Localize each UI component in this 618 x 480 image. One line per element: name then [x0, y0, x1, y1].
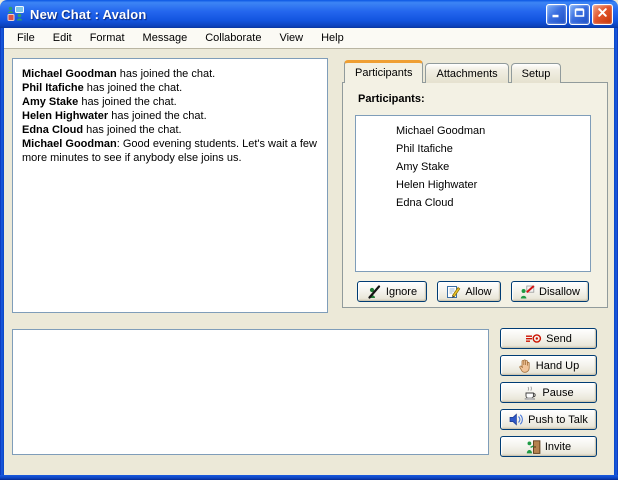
minimize-button[interactable]	[546, 4, 567, 25]
send-button[interactable]: Send	[500, 328, 597, 349]
button-label: Ignore	[386, 286, 417, 298]
pause-button[interactable]: Pause	[500, 382, 597, 403]
participant-list-item[interactable]: Phil Itafiche	[356, 140, 590, 158]
chat-message-sender: Michael Goodman	[22, 138, 117, 150]
tab-setup[interactable]: Setup	[511, 63, 562, 83]
tab-attachments[interactable]: Attachments	[425, 63, 508, 83]
chat-message: Amy Stake has joined the chat.	[22, 95, 318, 109]
participants-tab-panel: Participants: Michael GoodmanPhil Itafic…	[342, 82, 608, 308]
chat-message-sender: Edna Cloud	[22, 124, 83, 136]
window-frame-right	[614, 28, 618, 480]
menu-item-collaborate[interactable]: Collaborate	[196, 30, 270, 46]
window-title: New Chat : Avalon	[30, 7, 147, 22]
window-frame-left	[0, 28, 4, 480]
menu-item-file[interactable]: File	[8, 30, 44, 46]
title-bar[interactable]: New Chat : Avalon	[0, 0, 618, 28]
window-frame-bottom	[0, 475, 618, 480]
push-to-talk-button[interactable]: Push to Talk	[500, 409, 597, 430]
minimize-icon	[550, 6, 563, 22]
side-panel-tabs: ParticipantsAttachmentsSetup	[344, 60, 561, 83]
ignore-person-icon	[367, 285, 382, 299]
allow-edit-icon	[446, 285, 461, 299]
send-icon	[525, 332, 542, 345]
button-label: Disallow	[539, 286, 580, 298]
chat-message-text: has joined the chat.	[108, 110, 206, 122]
menu-item-format[interactable]: Format	[81, 30, 134, 46]
button-label: Hand Up	[536, 360, 579, 372]
chat-message-sender: Michael Goodman	[22, 68, 117, 80]
hand-up-icon	[518, 359, 532, 373]
close-button[interactable]	[592, 4, 613, 25]
invite-door-icon	[526, 440, 541, 454]
button-label: Send	[546, 333, 572, 345]
speaker-icon	[509, 413, 524, 426]
chat-message-text: has joined the chat.	[117, 68, 215, 80]
maximize-icon	[573, 6, 586, 22]
disallow-person-icon	[520, 285, 535, 299]
button-label: Push to Talk	[528, 414, 588, 426]
menu-item-help[interactable]: Help	[312, 30, 353, 46]
chat-message-text: has joined the chat.	[83, 124, 181, 136]
disallow-button[interactable]: Disallow	[511, 281, 589, 302]
chat-message: Michael Goodman: Good evening students. …	[22, 137, 318, 165]
ignore-button[interactable]: Ignore	[357, 281, 427, 302]
menu-item-message[interactable]: Message	[134, 30, 197, 46]
chat-message: Phil Itafiche has joined the chat.	[22, 81, 318, 95]
chat-message-sender: Amy Stake	[22, 96, 78, 108]
participant-list-item[interactable]: Michael Goodman	[356, 122, 590, 140]
chat-message-sender: Helen Highwater	[22, 110, 108, 122]
chat-app-icon	[7, 6, 25, 22]
chat-message-text: has joined the chat.	[84, 82, 182, 94]
button-label: Invite	[545, 441, 571, 453]
participant-list-item[interactable]: Helen Highwater	[356, 176, 590, 194]
chat-message: Edna Cloud has joined the chat.	[22, 123, 318, 137]
chat-message-text: has joined the chat.	[78, 96, 176, 108]
window-controls	[546, 4, 613, 25]
participant-list-item[interactable]: Edna Cloud	[356, 194, 590, 212]
chat-message-log[interactable]: Michael Goodman has joined the chat.Phil…	[12, 58, 328, 313]
menu-bar: FileEditFormatMessageCollaborateViewHelp	[4, 28, 614, 49]
hand-up-button[interactable]: Hand Up	[500, 355, 597, 376]
pause-coffee-icon	[523, 386, 538, 400]
tab-participants[interactable]: Participants	[344, 60, 423, 83]
close-icon	[596, 6, 609, 22]
menu-item-view[interactable]: View	[270, 30, 312, 46]
chat-message: Michael Goodman has joined the chat.	[22, 67, 318, 81]
message-input[interactable]	[12, 329, 489, 455]
participant-action-buttons: Ignore Allow Disallow	[357, 281, 589, 302]
invite-button[interactable]: Invite	[500, 436, 597, 457]
participants-label: Participants:	[358, 93, 425, 105]
chat-window: New Chat : Avalon FileEditFormatMessageC…	[0, 0, 618, 480]
button-label: Allow	[465, 286, 491, 298]
maximize-button[interactable]	[569, 4, 590, 25]
participants-listbox[interactable]: Michael GoodmanPhil ItaficheAmy StakeHel…	[355, 115, 591, 272]
chat-action-buttons: Send Hand Up Pause Push to Talk Invite	[500, 328, 597, 457]
participant-list-item[interactable]: Amy Stake	[356, 158, 590, 176]
button-label: Pause	[542, 387, 573, 399]
menu-item-edit[interactable]: Edit	[44, 30, 81, 46]
chat-message: Helen Highwater has joined the chat.	[22, 109, 318, 123]
chat-message-sender: Phil Itafiche	[22, 82, 84, 94]
allow-button[interactable]: Allow	[437, 281, 501, 302]
